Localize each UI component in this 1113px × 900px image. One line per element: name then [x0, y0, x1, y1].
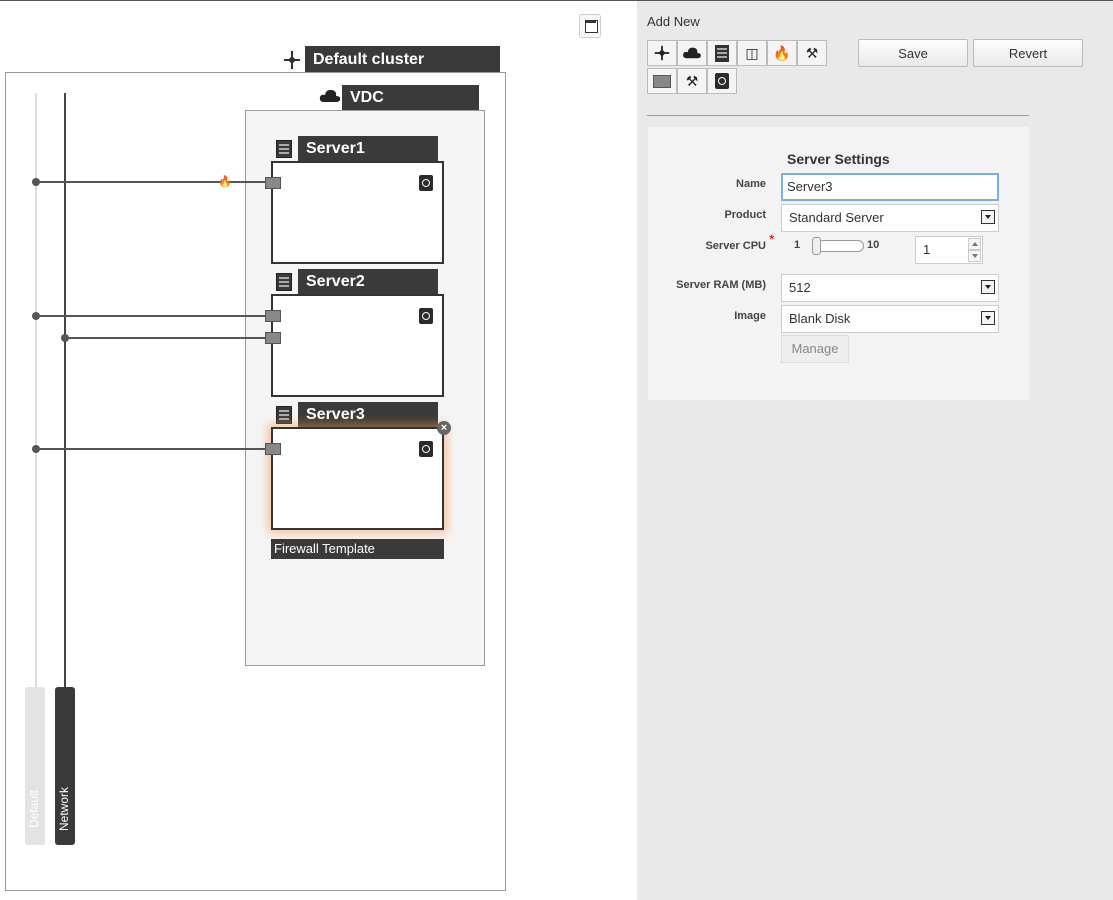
connection-dot: [32, 445, 40, 453]
properties-panel: Add New ◫ 🔥 ⚒ ⚒ Save Revert Server Setti…: [637, 1, 1113, 900]
divider: [647, 115, 1029, 116]
cpu-max-label: 10: [867, 239, 880, 251]
server-settings-form: Server Settings Name Server3 Product Sta…: [648, 127, 1029, 400]
default-network-bar[interactable]: Default: [25, 687, 45, 845]
cloud-icon: [319, 89, 341, 102]
cpu-stepper[interactable]: 1: [915, 236, 983, 264]
connection-dot: [32, 178, 40, 186]
add-new-label: Add New: [647, 14, 700, 29]
firewall-icon: 🔥: [773, 44, 791, 61]
add-cluster-button[interactable]: [647, 40, 677, 66]
add-firewall-button[interactable]: 🔥: [767, 40, 797, 66]
name-label: Name: [736, 178, 766, 190]
name-input[interactable]: Server3: [781, 173, 999, 201]
network-bar[interactable]: Network: [55, 687, 75, 845]
tools-icon: ⚒: [805, 44, 819, 61]
storage-icon: ◫: [745, 44, 759, 61]
disk-icon[interactable]: [419, 175, 433, 191]
manage-button[interactable]: Manage: [781, 335, 849, 363]
add-server-button[interactable]: [707, 40, 737, 66]
server3-title[interactable]: Server3: [298, 402, 438, 427]
network-label: Network: [57, 787, 71, 832]
cpu-min-label: 1: [794, 239, 801, 251]
settings-title: Server Settings: [787, 151, 890, 167]
image-value: Blank Disk: [789, 311, 851, 326]
image-select[interactable]: Blank Disk: [781, 305, 999, 333]
maximize-button[interactable]: [579, 14, 601, 38]
server2-title[interactable]: Server2: [298, 269, 438, 294]
vdc-title[interactable]: VDC: [342, 85, 479, 110]
add-tools-button[interactable]: ⚒: [797, 40, 827, 66]
add-storage-button[interactable]: ◫: [737, 40, 767, 66]
close-icon[interactable]: ×: [437, 421, 451, 435]
topology-canvas: Default cluster VDC Server1 Server2 Serv…: [0, 1, 637, 900]
product-label: Product: [724, 209, 766, 221]
cluster-icon: [284, 51, 300, 69]
disk-icon: [715, 73, 729, 89]
server-icon: [276, 406, 292, 424]
nic-icon[interactable]: [265, 310, 281, 322]
chevron-down-icon[interactable]: [981, 210, 995, 224]
cloud-icon: [683, 47, 701, 59]
required-marker: *: [769, 231, 775, 247]
save-button[interactable]: Save: [858, 39, 968, 67]
disk-icon[interactable]: [419, 441, 433, 457]
nic-icon[interactable]: [265, 332, 281, 344]
tools-icon: ⚒: [685, 72, 699, 89]
connection-line: [36, 315, 266, 317]
stepper-down-icon[interactable]: [968, 250, 981, 262]
product-select[interactable]: Standard Server: [781, 204, 999, 232]
cluster-icon: [654, 45, 670, 61]
window-icon: [585, 20, 598, 33]
revert-button[interactable]: Revert: [973, 39, 1083, 67]
connection-dot: [32, 312, 40, 320]
connection-dot: [61, 334, 69, 342]
nic-icon[interactable]: [265, 443, 281, 455]
firewall-template-label[interactable]: Firewall Template: [271, 539, 444, 559]
cpu-slider-handle[interactable]: [812, 237, 821, 255]
cpu-value: 1: [923, 242, 931, 257]
stepper-up-icon[interactable]: [968, 238, 981, 250]
product-value: Standard Server: [789, 210, 884, 225]
add-vdc-button[interactable]: [677, 40, 707, 66]
chevron-down-icon[interactable]: [981, 280, 995, 294]
chevron-down-icon[interactable]: [981, 311, 995, 325]
ram-label: Server RAM (MB): [676, 279, 766, 291]
add-tools-button[interactable]: ⚒: [677, 68, 707, 94]
disk-icon[interactable]: [419, 308, 433, 324]
connection-line: [36, 448, 266, 450]
server-icon: [715, 44, 729, 62]
cluster-title[interactable]: Default cluster: [305, 46, 500, 73]
firewall-icon[interactable]: 🔥: [218, 175, 232, 188]
add-disk-button[interactable]: [707, 68, 737, 94]
network-label: Default: [27, 789, 41, 829]
ram-select[interactable]: 512: [781, 274, 999, 302]
cpu-label: Server CPU: [705, 240, 766, 252]
server-icon: [276, 140, 292, 158]
server-icon: [276, 273, 292, 291]
connection-line: [65, 337, 266, 339]
add-nic-button[interactable]: [647, 68, 677, 94]
image-label: Image: [734, 310, 766, 322]
ram-value: 512: [789, 280, 811, 295]
nic-icon: [653, 74, 671, 88]
server1-title[interactable]: Server1: [298, 136, 438, 161]
nic-icon[interactable]: [265, 177, 281, 189]
